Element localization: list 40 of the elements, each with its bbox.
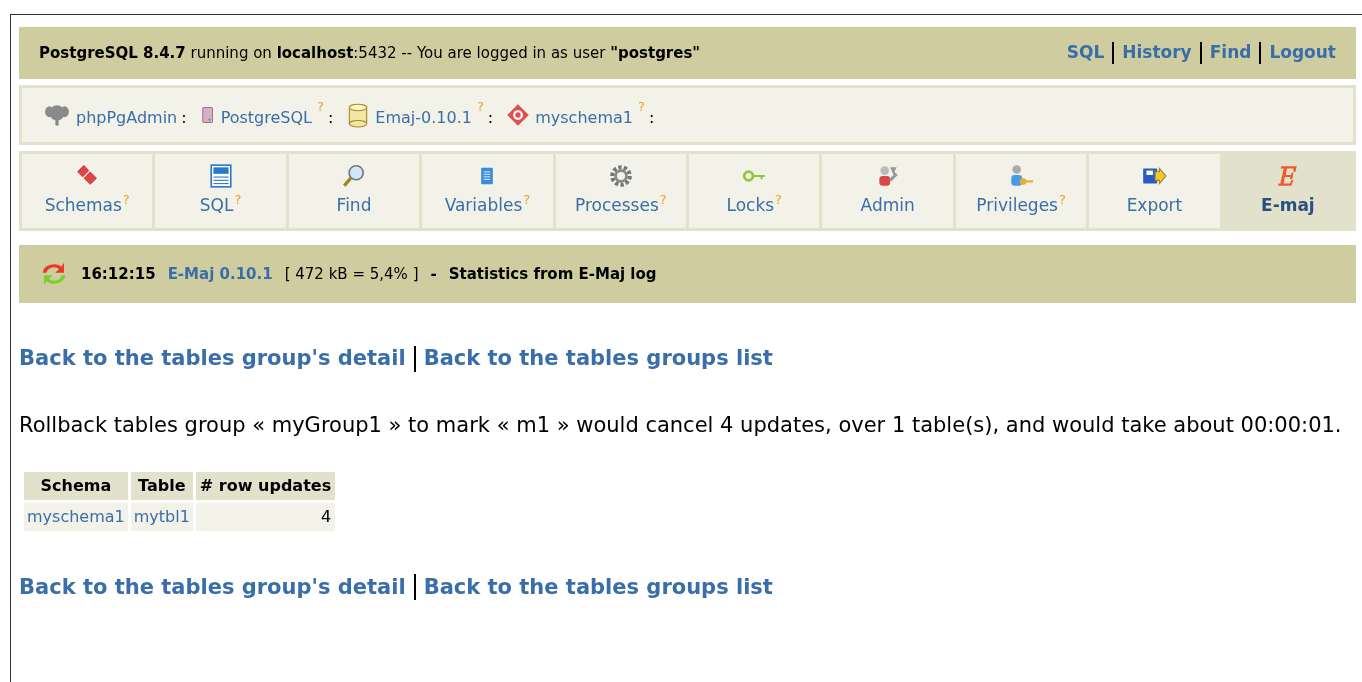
search-icon bbox=[341, 163, 367, 190]
top-link[interactable]: Logout bbox=[1269, 40, 1336, 66]
separator: - bbox=[430, 263, 437, 285]
top-link[interactable]: SQL bbox=[1066, 40, 1105, 66]
separator: : bbox=[327, 107, 334, 129]
page-title: Statistics from E-Maj log bbox=[448, 263, 657, 285]
breadcrumb-link[interactable]: myschema1 bbox=[535, 106, 633, 130]
separator: : bbox=[181, 107, 187, 129]
nav-link[interactable]: Back to the tables group's detail bbox=[19, 571, 406, 603]
nav-tab[interactable]: Admin bbox=[822, 154, 953, 228]
nav-tab[interactable]: Schemas? bbox=[22, 154, 153, 228]
breadcrumb-link[interactable]: phpPgAdmin bbox=[76, 106, 178, 130]
column-header: # row updates bbox=[195, 471, 336, 500]
top-link[interactable]: Find bbox=[1209, 40, 1252, 66]
nav-tab[interactable]: SQL? bbox=[155, 154, 286, 228]
version-link[interactable]: E-Maj 0.10.1 bbox=[167, 262, 273, 286]
settings-icon bbox=[607, 163, 634, 190]
elephant-icon bbox=[42, 102, 72, 128]
breadcrumb-link[interactable]: PostgreSQL bbox=[220, 106, 312, 130]
server-info: PostgreSQL 8.4.7 running on localhost:5432 -- You are logged in as user "postgres" bbox=[39, 42, 701, 64]
column-header: Schema bbox=[24, 471, 128, 500]
nav-tab[interactable]: Export bbox=[1089, 154, 1220, 228]
time: 16:12:15 bbox=[81, 263, 156, 285]
nav-tab[interactable]: Processes? bbox=[555, 154, 687, 228]
nav-tab[interactable]: Find bbox=[288, 154, 420, 228]
top-link[interactable]: History bbox=[1122, 40, 1192, 66]
sql-document-icon bbox=[207, 163, 234, 190]
nav-tab[interactable]: Variables? bbox=[422, 154, 553, 228]
separator: : bbox=[648, 107, 655, 129]
table-cell: 4 bbox=[195, 502, 336, 531]
breadcrumb-link[interactable]: Emaj-0.10.1 bbox=[375, 106, 472, 130]
nav-link[interactable]: Back to the tables group's detail bbox=[19, 343, 406, 375]
nav-tab[interactable]: Privileges? bbox=[955, 154, 1087, 228]
rollback-message: Rollback tables group « myGroup1 » to mark « m1 » would cancel 4 updates, over 1 table(s), and would take about 00:00:01. bbox=[19, 411, 1343, 439]
separator: : bbox=[487, 107, 494, 129]
nav-link[interactable]: Back to the tables groups list bbox=[423, 571, 773, 603]
nav-link[interactable]: Back to the tables groups list bbox=[423, 343, 773, 375]
column-header: Table bbox=[130, 471, 193, 500]
log-size: [ 472 kB = 5,4% ] bbox=[284, 263, 419, 285]
nav-tab[interactable]: Locks? bbox=[689, 154, 820, 228]
